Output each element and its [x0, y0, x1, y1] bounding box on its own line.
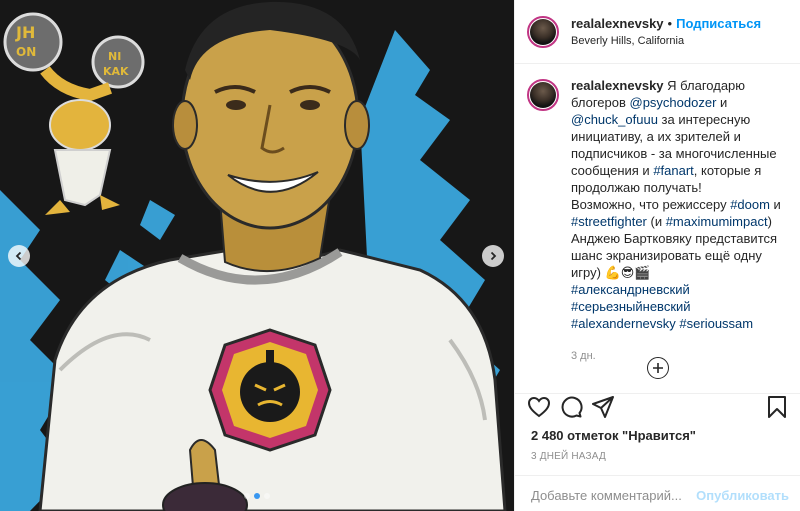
post-header: realalexnevsky • Подписаться Beverly Hil…	[515, 0, 800, 64]
caption-text-segment: сообщения и	[571, 163, 654, 178]
caption-line: #александрневский	[571, 281, 785, 298]
caption-line: сообщения и #fanart, которые я	[571, 162, 785, 179]
comment-button[interactable]	[557, 393, 585, 421]
post-sidebar: realalexnevsky • Подписаться Beverly Hil…	[514, 0, 800, 511]
location-link[interactable]: Beverly Hills, California	[571, 35, 761, 47]
username-link[interactable]: realalexnevsky	[571, 16, 664, 31]
save-button[interactable]	[763, 393, 791, 421]
chevron-left-icon	[15, 251, 22, 261]
hashtag-link[interactable]: #doom	[730, 197, 770, 212]
heart-icon	[527, 396, 551, 418]
carousel-next-button[interactable]	[482, 245, 504, 267]
publish-button[interactable]: Опубликовать	[696, 488, 789, 503]
share-icon	[592, 396, 614, 418]
carousel-dot	[254, 493, 260, 499]
hashtag-link[interactable]: #serioussam	[679, 316, 753, 331]
caption-line: Анджею Бартковяку представится	[571, 230, 785, 247]
caption-line: @chuck_ofuuu за интересную	[571, 111, 785, 128]
caption-text-segment: )	[767, 214, 772, 229]
hashtag-link[interactable]: #серьезныйневский	[571, 299, 691, 314]
caption-text-segment: за интересную	[657, 112, 751, 127]
caption-line: #streetfighter (и #maximumimpact)	[571, 213, 785, 230]
avatar[interactable]	[527, 15, 559, 48]
caption-line: продолжаю получать!	[571, 179, 785, 196]
caption-line: Возможно, что режиссеру #doom и	[571, 196, 785, 213]
mention-link[interactable]: @chuck_ofuuu	[571, 112, 658, 127]
posted-time[interactable]: 3 ДНЕЙ НАЗАД	[515, 451, 800, 462]
caption-text-segment: игру) 💪😎🎬	[571, 265, 651, 280]
caption-text-segment: подписчиков - за многочисленные	[571, 146, 777, 161]
art-text-ni: NI	[108, 50, 121, 63]
caption-text: realalexnevsky Я благодарю блогеров @psyc…	[571, 77, 785, 365]
caption-avatar[interactable]	[527, 79, 559, 111]
caption-line: игру) 💪😎🎬	[571, 264, 785, 281]
caption-line: #серьезныйневский	[571, 298, 785, 315]
like-button[interactable]	[525, 393, 553, 421]
hashtag-link[interactable]: #fanart	[653, 163, 693, 178]
separator-dot: •	[667, 16, 673, 31]
hashtag-link[interactable]: #maximumimpact	[666, 214, 768, 229]
caption-username-link[interactable]: realalexnevsky	[571, 78, 664, 93]
carousel-dot	[244, 493, 250, 499]
caption-line: шанс экранизировать ещё одну	[571, 247, 785, 264]
caption-text-segment: продолжаю получать!	[571, 180, 702, 195]
caption-text-segment: Я благодарю	[667, 78, 746, 93]
carousel-dot	[264, 493, 270, 499]
mention-link[interactable]: @psychodozer	[630, 95, 717, 110]
post-media[interactable]: JH ON NI KAK	[0, 0, 514, 511]
caption-text-segment: и	[769, 197, 781, 212]
art-text-jh: JH	[15, 23, 35, 42]
caption-line: блогеров @psychodozer и	[571, 94, 785, 111]
load-more-comments-button[interactable]	[647, 357, 669, 379]
bookmark-icon	[768, 396, 786, 418]
comment-icon	[561, 396, 583, 418]
post-actions: 2 480 отметок "Нравится" 3 ДНЕЙ НАЗАД Оп…	[515, 393, 800, 511]
caption-text-segment: блогеров	[571, 95, 630, 110]
post-viewer: JH ON NI KAK realalexnevsky • Подписатьс…	[0, 0, 800, 511]
comment-input[interactable]	[531, 488, 697, 503]
hashtag-link[interactable]: #streetfighter	[571, 214, 647, 229]
plus-circle-icon	[653, 363, 663, 373]
carousel-prev-button[interactable]	[8, 245, 30, 267]
hashtag-link[interactable]: #александрневский	[571, 282, 690, 297]
caption-line: realalexnevsky Я благодарю	[571, 77, 785, 94]
follow-button[interactable]: Подписаться	[676, 16, 761, 31]
caption-text-segment: шанс экранизировать ещё одну	[571, 248, 762, 263]
fanart-image: JH ON NI KAK	[0, 0, 514, 511]
carousel-indicator	[0, 493, 514, 499]
art-text-on: ON	[16, 45, 36, 59]
caption-text-segment: Возможно, что режиссеру	[571, 197, 731, 212]
add-comment-bar: Опубликовать	[515, 475, 800, 511]
caption-text-segment: (и	[646, 214, 666, 229]
caption-line: инициативу, а их зрителей и	[571, 128, 785, 145]
caption-text-segment: , которые я	[693, 163, 762, 178]
caption-text-segment: инициативу, а их зрителей и	[571, 129, 741, 144]
caption-text-segment: Анджею Бартковяку представится	[571, 231, 778, 246]
share-button[interactable]	[589, 393, 617, 421]
caption-line: подписчиков - за многочисленные	[571, 145, 785, 162]
caption-line: #alexandernevsky #serioussam	[571, 315, 785, 332]
caption-text-segment: и	[716, 95, 728, 110]
caption: realalexnevsky Я благодарю блогеров @psyc…	[527, 77, 789, 365]
hashtag-link[interactable]: #alexandernevsky	[571, 316, 676, 331]
comments-section[interactable]: realalexnevsky Я благодарю блогеров @psyc…	[515, 65, 800, 393]
art-text-kak: KAK	[103, 65, 129, 78]
likes-count[interactable]: 2 480 отметок "Нравится"	[515, 428, 800, 443]
chevron-right-icon	[490, 251, 497, 261]
